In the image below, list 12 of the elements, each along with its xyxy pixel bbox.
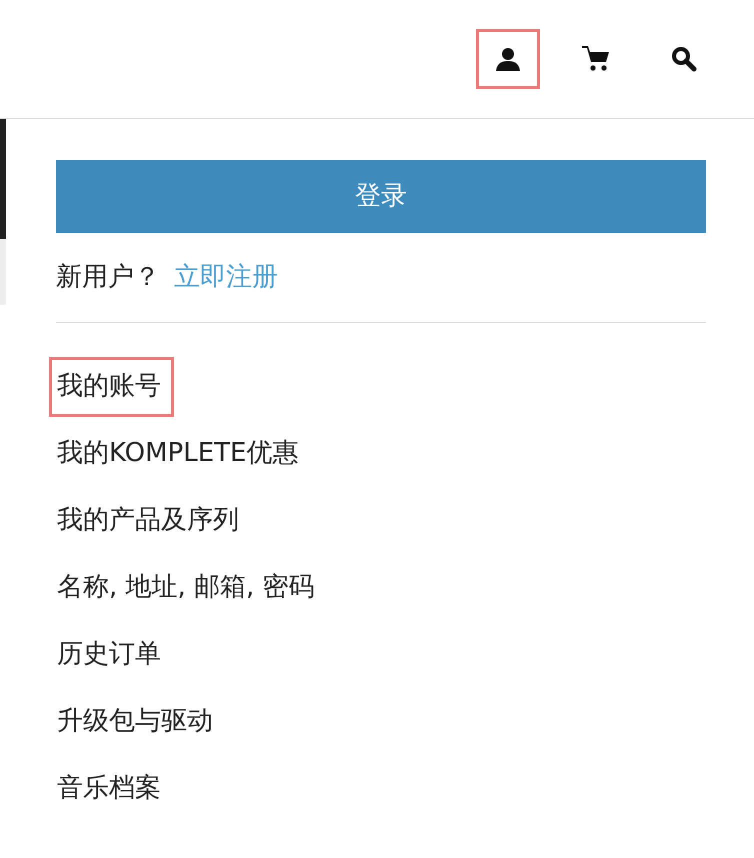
- menu-item[interactable]: 升级包与驱动: [49, 692, 226, 752]
- search-icon[interactable]: [671, 46, 697, 72]
- menu-item[interactable]: 音乐档案: [49, 758, 174, 818]
- menu-item[interactable]: 名称, 地址, 邮箱, 密码: [49, 558, 328, 618]
- cart-icon[interactable]: [582, 46, 610, 72]
- login-button[interactable]: 登录: [56, 160, 706, 233]
- menu-item[interactable]: 我的账号: [49, 356, 174, 416]
- signup-prompt: 新用户？: [56, 261, 160, 294]
- menu-item[interactable]: 我的KOMPLETE优惠: [49, 424, 312, 484]
- user-icon[interactable]: [495, 47, 521, 71]
- menu-item[interactable]: 历史订单: [49, 624, 174, 684]
- menu-item[interactable]: 我的产品及序列: [49, 490, 252, 550]
